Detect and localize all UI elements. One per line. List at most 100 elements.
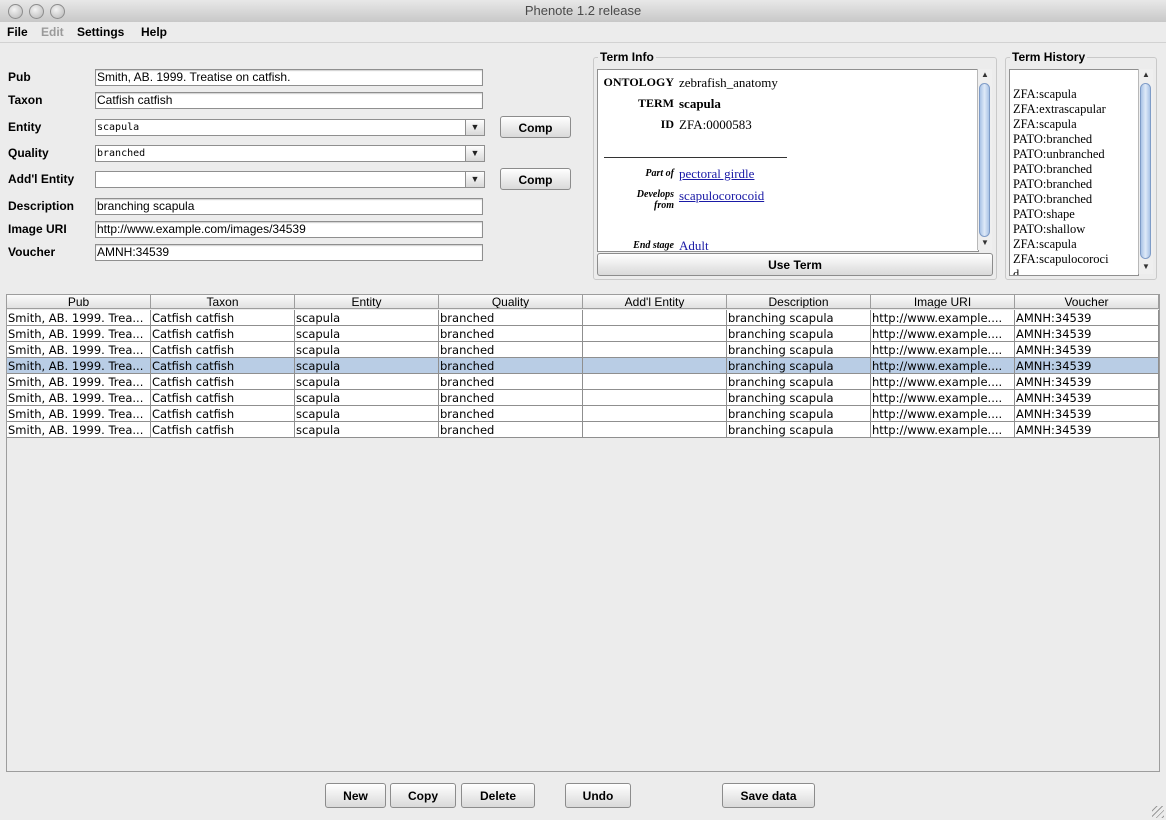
part-of-link[interactable]: pectoral girdle	[679, 166, 754, 182]
table-cell-taxon[interactable]: Catfish catfish	[151, 406, 295, 422]
table-cell-description[interactable]: branching scapula	[727, 358, 871, 374]
term-history-list[interactable]: ZFA:scapula ZFA:extrascapular ZFA:scapul…	[1009, 69, 1139, 276]
menu-file[interactable]: File	[7, 25, 28, 39]
history-item[interactable]: PATO:shape	[1013, 207, 1075, 222]
delete-button[interactable]: Delete	[461, 783, 535, 808]
table-cell-voucher[interactable]: AMNH:34539	[1015, 342, 1159, 358]
table-cell-quality[interactable]: branched	[439, 406, 583, 422]
column-header-taxon[interactable]: Taxon	[151, 295, 295, 309]
table-cell-entity[interactable]: scapula	[295, 326, 439, 342]
table-row[interactable]: Smith, AB. 1999. Trea... Catfish catfish s…	[7, 390, 1159, 406]
table-cell-quality[interactable]: branched	[439, 422, 583, 438]
taxon-field[interactable]: Catfish catfish	[95, 92, 483, 109]
table-row[interactable]: Smith, AB. 1999. Trea... Catfish catfish s…	[7, 374, 1159, 390]
history-item[interactable]: PATO:branched	[1013, 177, 1092, 192]
new-button[interactable]: New	[325, 783, 386, 808]
table-cell-description[interactable]: branching scapula	[727, 406, 871, 422]
table-row[interactable]: Smith, AB. 1999. Trea... Catfish catfish s…	[7, 422, 1159, 438]
description-field[interactable]: branching scapula	[95, 198, 483, 215]
history-item[interactable]: d	[1013, 267, 1019, 275]
resize-grip-icon[interactable]	[1152, 806, 1164, 818]
table-cell-addl-entity[interactable]	[583, 342, 727, 358]
table-cell-pub[interactable]: Smith, AB. 1999. Trea...	[7, 390, 151, 406]
table-cell-pub[interactable]: Smith, AB. 1999. Trea...	[7, 422, 151, 438]
table-cell-taxon[interactable]: Catfish catfish	[151, 326, 295, 342]
table-row[interactable]: Smith, AB. 1999. Trea... Catfish catfish s…	[7, 326, 1159, 342]
term-info-scrollbar[interactable]: ▲ ▼	[977, 69, 992, 250]
scroll-up-icon[interactable]: ▲	[1139, 69, 1153, 81]
table-cell-pub[interactable]: Smith, AB. 1999. Trea...	[7, 358, 151, 374]
addl-entity-comp-button[interactable]: Comp	[500, 168, 571, 190]
column-header-addl-entity[interactable]: Add'l Entity	[583, 295, 727, 309]
term-info-scroll-thumb[interactable]	[979, 83, 990, 237]
table-row[interactable]: Smith, AB. 1999. Trea... Catfish catfish s…	[7, 310, 1159, 326]
quality-dropdown-chevron-down-icon[interactable]: ▼	[465, 145, 485, 162]
table-cell-taxon[interactable]: Catfish catfish	[151, 390, 295, 406]
table-cell-voucher[interactable]: AMNH:34539	[1015, 406, 1159, 422]
table-cell-image-uri[interactable]: http://www.example....	[871, 326, 1015, 342]
table-cell-entity[interactable]: scapula	[295, 406, 439, 422]
table-cell-addl-entity[interactable]	[583, 358, 727, 374]
voucher-field[interactable]: AMNH:34539	[95, 244, 483, 261]
table-cell-addl-entity[interactable]	[583, 406, 727, 422]
table-cell-entity[interactable]: scapula	[295, 390, 439, 406]
table-cell-taxon[interactable]: Catfish catfish	[151, 358, 295, 374]
history-item[interactable]: PATO:branched	[1013, 162, 1092, 177]
table-cell-addl-entity[interactable]	[583, 422, 727, 438]
menu-edit[interactable]: Edit	[41, 25, 64, 39]
table-cell-description[interactable]: branching scapula	[727, 342, 871, 358]
table-cell-entity[interactable]: scapula	[295, 422, 439, 438]
scroll-up-icon[interactable]: ▲	[978, 69, 992, 81]
table-cell-quality[interactable]: branched	[439, 358, 583, 374]
table-cell-pub[interactable]: Smith, AB. 1999. Trea...	[7, 342, 151, 358]
term-history-scroll-thumb[interactable]	[1140, 83, 1151, 259]
table-row[interactable]: Smith, AB. 1999. Trea... Catfish catfish s…	[7, 358, 1159, 374]
table-cell-image-uri[interactable]: http://www.example....	[871, 406, 1015, 422]
history-item[interactable]: ZFA:scapulocoroci	[1013, 252, 1109, 267]
table-cell-description[interactable]: branching scapula	[727, 326, 871, 342]
table-cell-taxon[interactable]: Catfish catfish	[151, 342, 295, 358]
table-cell-pub[interactable]: Smith, AB. 1999. Trea...	[7, 406, 151, 422]
history-item[interactable]: PATO:branched	[1013, 132, 1092, 147]
minimize-window-icon[interactable]	[29, 4, 44, 19]
table-cell-description[interactable]: branching scapula	[727, 310, 871, 326]
table-cell-voucher[interactable]: AMNH:34539	[1015, 374, 1159, 390]
column-header-pub[interactable]: Pub	[7, 295, 151, 309]
table-cell-image-uri[interactable]: http://www.example....	[871, 390, 1015, 406]
table-cell-image-uri[interactable]: http://www.example....	[871, 342, 1015, 358]
table-cell-pub[interactable]: Smith, AB. 1999. Trea...	[7, 310, 151, 326]
table-cell-addl-entity[interactable]	[583, 310, 727, 326]
table-cell-voucher[interactable]: AMNH:34539	[1015, 422, 1159, 438]
develops-from-link[interactable]: scapulocorocoid	[679, 188, 764, 204]
table-cell-taxon[interactable]: Catfish catfish	[151, 374, 295, 390]
history-item[interactable]: PATO:branched	[1013, 192, 1092, 207]
table-cell-addl-entity[interactable]	[583, 390, 727, 406]
pub-field[interactable]: Smith, AB. 1999. Treatise on catfish.	[95, 69, 483, 86]
table-cell-description[interactable]: branching scapula	[727, 390, 871, 406]
history-item[interactable]: PATO:unbranched	[1013, 147, 1105, 162]
end-stage-link[interactable]: Adult	[679, 238, 709, 251]
image-uri-field[interactable]: http://www.example.com/images/34539	[95, 221, 483, 238]
addl-entity-dropdown-chevron-down-icon[interactable]: ▼	[465, 171, 485, 188]
scroll-down-icon[interactable]: ▼	[978, 237, 992, 249]
table-cell-image-uri[interactable]: http://www.example....	[871, 422, 1015, 438]
history-item[interactable]: ZFA:scapula	[1013, 237, 1077, 252]
close-window-icon[interactable]	[8, 4, 23, 19]
table-cell-voucher[interactable]: AMNH:34539	[1015, 358, 1159, 374]
table-cell-image-uri[interactable]: http://www.example....	[871, 358, 1015, 374]
table-cell-voucher[interactable]: AMNH:34539	[1015, 310, 1159, 326]
table-cell-entity[interactable]: scapula	[295, 358, 439, 374]
zoom-window-icon[interactable]	[50, 4, 65, 19]
table-cell-pub[interactable]: Smith, AB. 1999. Trea...	[7, 374, 151, 390]
column-header-quality[interactable]: Quality	[439, 295, 583, 309]
column-header-image-uri[interactable]: Image URI	[871, 295, 1015, 309]
table-cell-quality[interactable]: branched	[439, 374, 583, 390]
table-cell-voucher[interactable]: AMNH:34539	[1015, 390, 1159, 406]
entity-combo[interactable]: scapula	[95, 119, 466, 136]
table-cell-description[interactable]: branching scapula	[727, 422, 871, 438]
history-item[interactable]: ZFA:scapula	[1013, 117, 1077, 132]
window-titlebar[interactable]: Phenote 1.2 release	[0, 0, 1166, 23]
table-cell-entity[interactable]: scapula	[295, 310, 439, 326]
term-history-scrollbar[interactable]: ▲ ▼	[1138, 69, 1153, 274]
table-cell-quality[interactable]: branched	[439, 390, 583, 406]
